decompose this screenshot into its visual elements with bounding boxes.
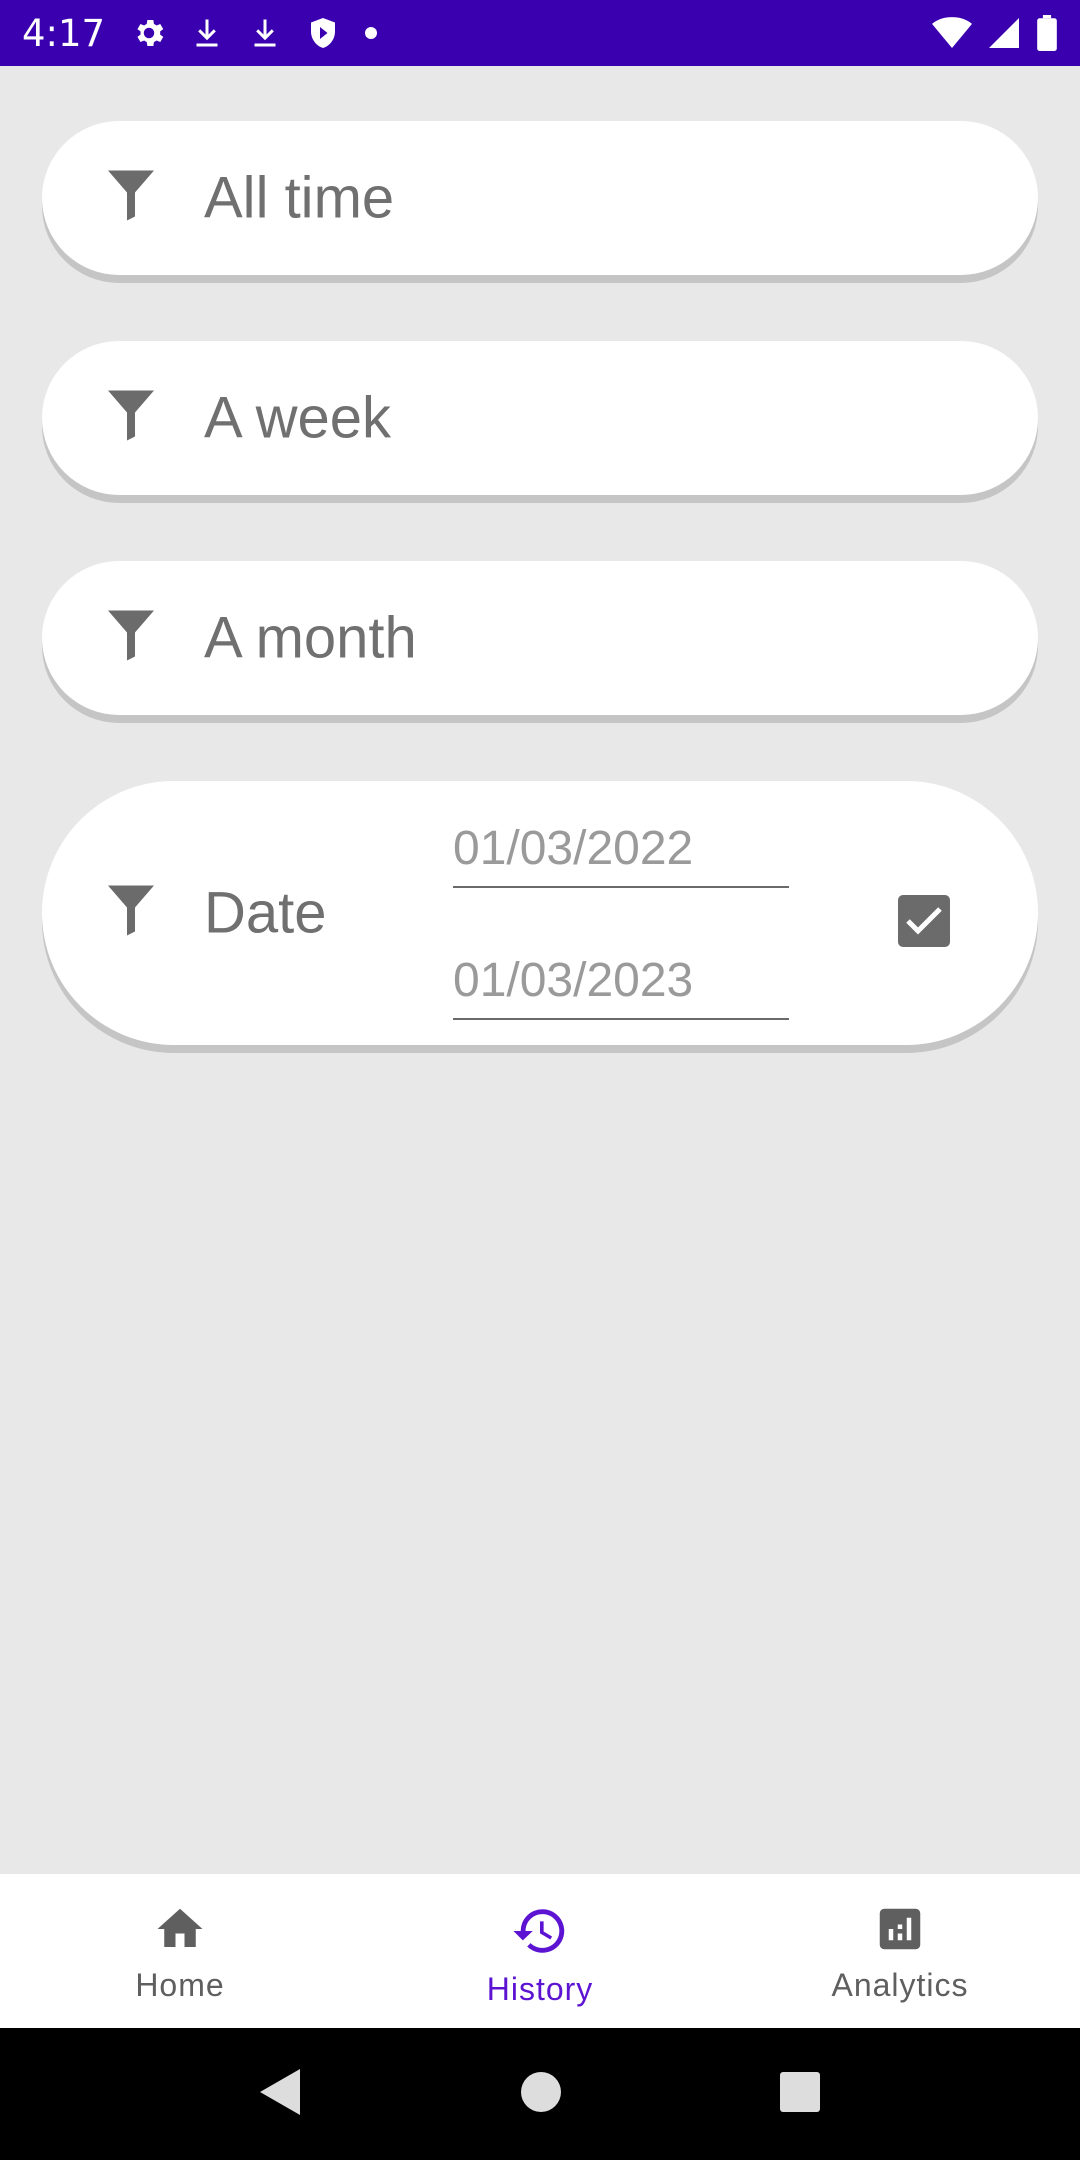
status-bar: 4:17: [0, 0, 1080, 66]
filter-icon: [108, 390, 154, 446]
home-circle-icon[interactable]: [519, 2070, 563, 2119]
filter-icon: [108, 170, 154, 226]
recents-icon[interactable]: [778, 2070, 822, 2119]
shield-icon: [305, 15, 341, 51]
signal-icon: [986, 15, 1022, 51]
filter-icon: [108, 885, 154, 941]
nav-analytics[interactable]: Analytics: [720, 1874, 1080, 2028]
filter-list: All time A week A month Date 01/03/2022 …: [0, 66, 1080, 1874]
filter-label: A month: [204, 605, 417, 671]
download-icon: [247, 15, 283, 51]
analytics-icon: [873, 1902, 927, 1961]
nav-label: Home: [135, 1967, 225, 2003]
date-from-field[interactable]: 01/03/2022: [453, 821, 789, 888]
status-icons-right: [932, 15, 1058, 51]
filter-label: A week: [204, 385, 391, 451]
check-icon: [906, 907, 942, 935]
filter-icon: [108, 610, 154, 666]
battery-icon: [1036, 15, 1058, 51]
back-icon[interactable]: [258, 2067, 304, 2122]
date-range-checkbox[interactable]: [898, 895, 950, 947]
filter-date-range[interactable]: Date 01/03/2022 01/03/2023: [42, 781, 1038, 1045]
system-navigation-bar: [0, 2028, 1080, 2160]
filter-week[interactable]: A week: [42, 341, 1038, 495]
filter-label: Date: [204, 880, 327, 946]
dot-icon: [363, 25, 379, 41]
download-icon: [189, 15, 225, 51]
filter-all-time[interactable]: All time: [42, 121, 1038, 275]
history-icon: [511, 1902, 569, 1965]
filter-month[interactable]: A month: [42, 561, 1038, 715]
filter-label: All time: [204, 165, 395, 231]
settings-icon: [131, 15, 167, 51]
nav-label: History: [486, 1971, 594, 2007]
bottom-navigation: Home History Analytics: [0, 1874, 1080, 2028]
wifi-icon: [932, 16, 972, 50]
nav-home[interactable]: Home: [0, 1874, 360, 2028]
status-time: 4:17: [22, 11, 106, 55]
home-icon: [153, 1902, 207, 1961]
date-to-field[interactable]: 01/03/2023: [453, 953, 789, 1020]
nav-history[interactable]: History: [360, 1874, 720, 2028]
status-icons-left: [131, 15, 379, 51]
nav-label: Analytics: [831, 1967, 969, 2003]
